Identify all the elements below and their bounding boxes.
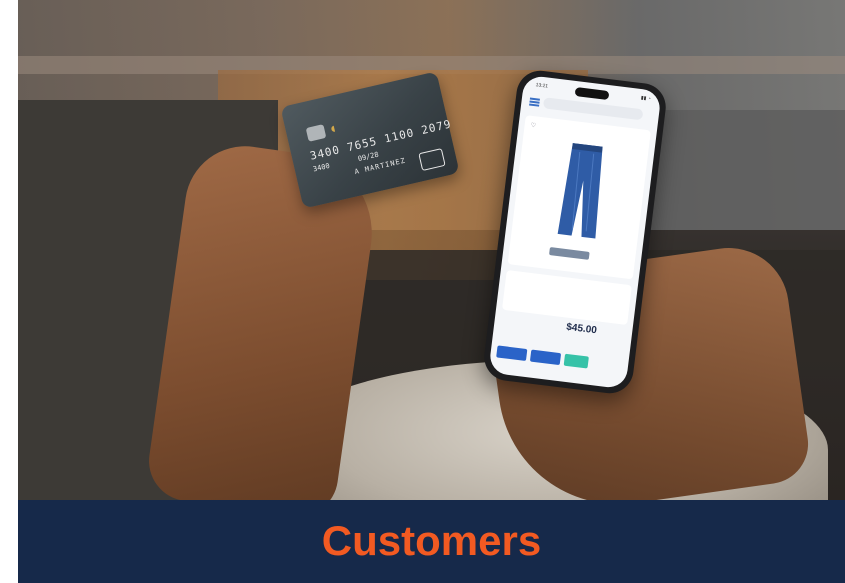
heart-icon[interactable]: ♡ (530, 122, 536, 130)
product-name (514, 277, 554, 282)
status-icons: ▮▮ ◔ (640, 95, 652, 103)
menu-icon[interactable] (529, 97, 540, 107)
card-small-code: 3400 (312, 161, 331, 174)
card-expiry: 09/28 (357, 150, 380, 164)
view-button[interactable] (549, 247, 590, 260)
status-time: 13:21 (535, 82, 549, 90)
phone-button-2[interactable] (529, 349, 562, 366)
search-input[interactable] (542, 97, 644, 121)
product-panel: ♡ (507, 115, 651, 280)
jeans-product-image (557, 143, 603, 239)
phone-button-1[interactable] (496, 345, 528, 361)
phone-button-3[interactable] (563, 353, 589, 369)
price: $45.00 (565, 321, 598, 337)
hero-photo: ◖ 3400 7655 1100 2079 3400 09/28 A MARTI… (18, 0, 845, 500)
card-network-logo (418, 148, 446, 172)
phone-screen: 13:21 ▮▮ ◔ ♡ $45.00 (488, 74, 662, 390)
caption-banner: Customers (18, 500, 845, 583)
hero-card: ◖ 3400 7655 1100 2079 3400 09/28 A MARTI… (0, 0, 845, 583)
banner-title: Customers (321, 517, 542, 564)
contactless-icon: ◖ (326, 119, 339, 137)
dynamic-island (574, 87, 610, 101)
card-chip-icon (305, 124, 327, 142)
